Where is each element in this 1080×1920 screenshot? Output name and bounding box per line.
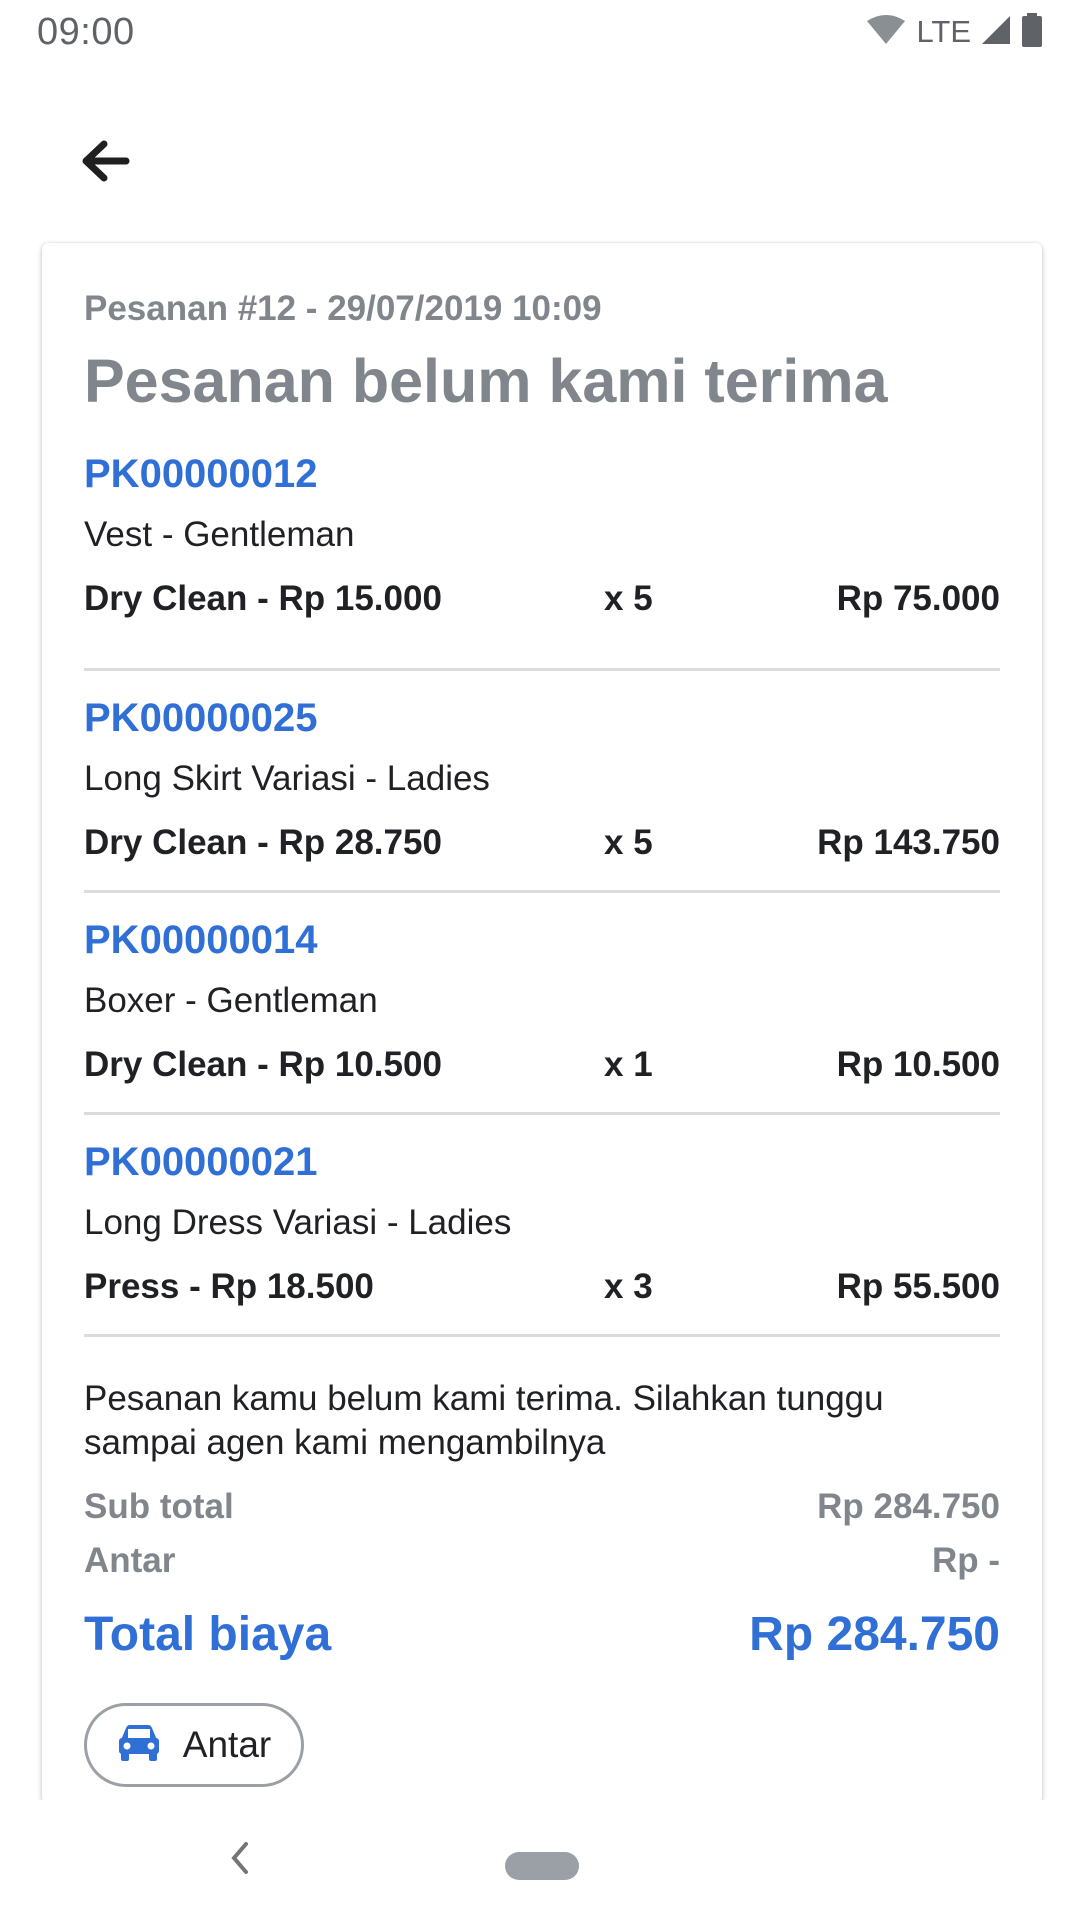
order-note: Pesanan kamu belum kami terima. Silahkan…: [84, 1379, 884, 1462]
signal-icon: [981, 15, 1011, 50]
item-service: Dry Clean - Rp 15.000: [84, 579, 442, 618]
item-qty: x 5: [604, 579, 653, 618]
order-item: PK00000014 Boxer - Gentleman Dry Clean -…: [84, 893, 1000, 1115]
wifi-icon: [866, 14, 906, 50]
item-price-line: Dry Clean - Rp 28.750 x 5 Rp 143.750: [84, 821, 1000, 865]
item-price-line: Dry Clean - Rp 15.000 x 5 Rp 75.000: [84, 577, 1000, 621]
nav-back-icon: [228, 1840, 252, 1881]
subtotal-row: Sub total Rp 284.750: [84, 1485, 1000, 1529]
order-meta: Pesanan #12 - 29/07/2019 10:09: [84, 289, 602, 328]
order-status-title: Pesanan belum kami terima: [84, 347, 888, 415]
item-qty: x 1: [604, 1045, 653, 1084]
item-name: Long Skirt Variasi - Ladies: [84, 759, 490, 798]
order-item: PK00000021 Long Dress Variasi - Ladies P…: [84, 1115, 1000, 1337]
item-price-line: Dry Clean - Rp 10.500 x 1 Rp 10.500: [84, 1043, 1000, 1087]
item-service: Press - Rp 18.500: [84, 1267, 374, 1306]
item-total: Rp 10.500: [836, 1045, 1000, 1084]
back-button[interactable]: [60, 118, 150, 208]
order-item: PK00000012 Vest - Gentleman Dry Clean - …: [84, 449, 1000, 671]
status-bar: 09:00 LTE: [0, 0, 1080, 64]
network-type: LTE: [916, 14, 971, 49]
delivery-label: Antar: [84, 1541, 176, 1580]
item-total: Rp 75.000: [836, 579, 1000, 618]
total-label: Total biaya: [84, 1608, 332, 1661]
total-value: Rp 284.750: [749, 1608, 1000, 1661]
order-items: PK00000012 Vest - Gentleman Dry Clean - …: [84, 449, 1000, 1337]
order-card: Pesanan #12 - 29/07/2019 10:09 Pesanan b…: [42, 243, 1042, 1803]
item-code: PK00000014: [84, 918, 318, 962]
antar-button-label: Antar: [182, 1724, 272, 1765]
battery-icon: [1021, 12, 1043, 52]
order-item: PK00000025 Long Skirt Variasi - Ladies D…: [84, 671, 1000, 893]
nav-back-button[interactable]: [210, 1830, 270, 1890]
subtotal-value: Rp 284.750: [817, 1487, 1000, 1526]
item-code: PK00000012: [84, 452, 318, 496]
status-icons: LTE: [866, 12, 1043, 52]
antar-button[interactable]: Antar: [84, 1703, 304, 1787]
car-icon: [117, 1724, 161, 1767]
item-code: PK00000021: [84, 1140, 318, 1184]
app-bar: [0, 100, 1080, 210]
item-total: Rp 55.500: [836, 1267, 1000, 1306]
total-row: Total biaya Rp 284.750: [84, 1605, 1000, 1665]
item-code: PK00000025: [84, 696, 318, 740]
item-name: Long Dress Variasi - Ladies: [84, 1203, 512, 1242]
status-time: 09:00: [37, 10, 135, 53]
item-service: Dry Clean - Rp 28.750: [84, 823, 442, 862]
item-total: Rp 143.750: [817, 823, 1000, 862]
item-service: Dry Clean - Rp 10.500: [84, 1045, 442, 1084]
item-name: Vest - Gentleman: [84, 515, 355, 554]
screen: 09:00 LTE Pesanan #12 - 29/07/2019 10:09…: [0, 0, 1080, 1920]
navigation-bar: [0, 1800, 1080, 1920]
subtotal-label: Sub total: [84, 1487, 234, 1526]
item-name: Boxer - Gentleman: [84, 981, 378, 1020]
item-price-line: Press - Rp 18.500 x 3 Rp 55.500: [84, 1265, 1000, 1309]
arrow-left-icon: [80, 139, 130, 188]
delivery-row: Antar Rp -: [84, 1539, 1000, 1583]
home-pill-icon[interactable]: [505, 1852, 579, 1880]
delivery-value: Rp -: [931, 1541, 1000, 1580]
item-qty: x 5: [604, 823, 653, 862]
item-qty: x 3: [604, 1267, 653, 1306]
